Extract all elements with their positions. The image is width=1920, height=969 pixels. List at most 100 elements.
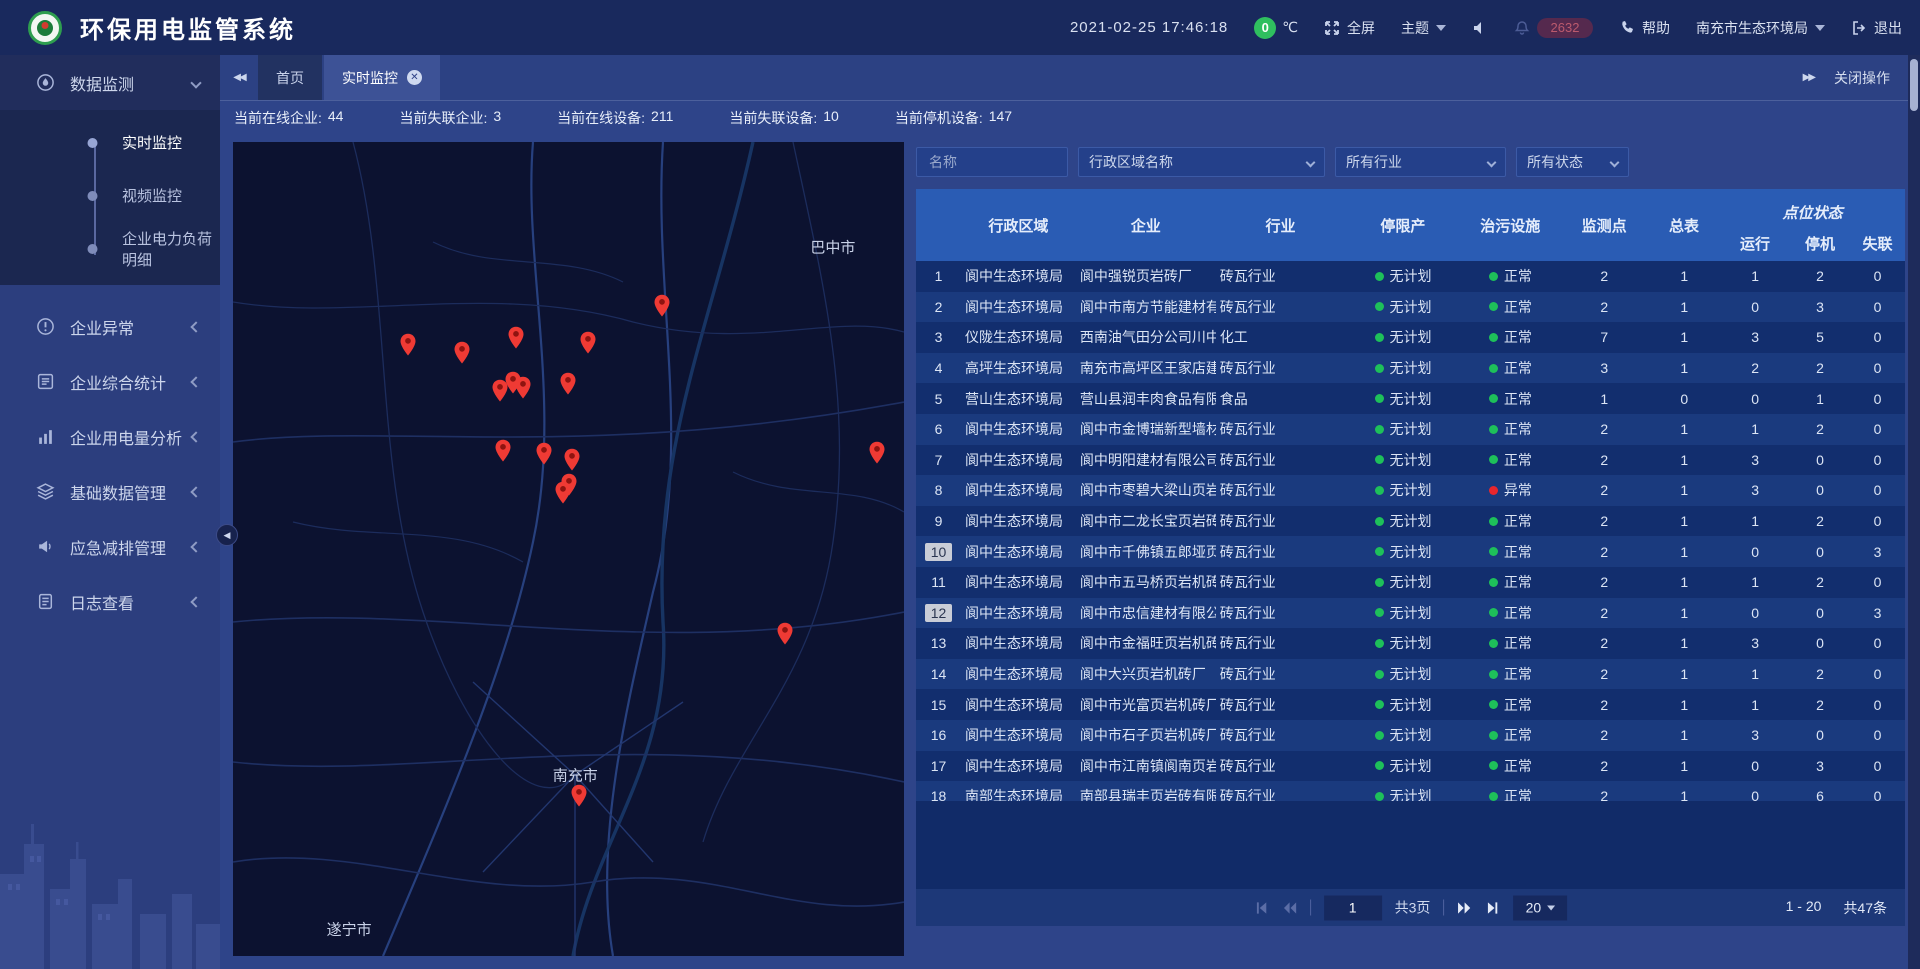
page-number-input[interactable]: 1 bbox=[1324, 895, 1382, 920]
table-row[interactable]: 5 营山生态环境局 营山县润丰肉食品有限 食品 无计划 正常 1 0 0 1 0 bbox=[916, 383, 1905, 414]
row-run-count: 1 bbox=[1720, 697, 1790, 713]
row-region: 阆中生态环境局 bbox=[961, 297, 1076, 317]
row-meter: 1 bbox=[1648, 727, 1720, 743]
total-records-label: 共47条 bbox=[1843, 898, 1887, 918]
row-stop-count: 0 bbox=[1790, 635, 1850, 651]
row-company[interactable]: 南充市高坪区王家店建 bbox=[1076, 358, 1216, 378]
close-operations-button[interactable]: 关闭操作 bbox=[1834, 68, 1890, 88]
tabs-scroll-right-button[interactable]: ▶▶ bbox=[1803, 72, 1814, 83]
row-company[interactable]: 阆中市二龙长宝页岩砖 bbox=[1076, 511, 1216, 531]
sidebar-item-electricity-analysis[interactable]: 企业用电量分析 bbox=[0, 409, 220, 464]
filter-bar: 行政区域名称 所有行业 所有状态 bbox=[916, 147, 1905, 177]
row-lost-count: 0 bbox=[1850, 421, 1905, 437]
row-index: 5 bbox=[929, 390, 949, 408]
row-meter: 1 bbox=[1648, 299, 1720, 315]
first-page-button[interactable] bbox=[1254, 900, 1269, 915]
row-company[interactable]: 阆中市江南镇阆南页岩 bbox=[1076, 756, 1216, 776]
panel-collapse-button[interactable]: ◀ bbox=[216, 524, 238, 546]
status-filter-select[interactable]: 所有状态 bbox=[1516, 147, 1629, 177]
sidebar-item-basic-data-management[interactable]: 基础数据管理 bbox=[0, 464, 220, 519]
sidebar-item-power-load-detail[interactable]: 企业电力负荷明细 bbox=[0, 222, 220, 275]
table-row[interactable]: 1 阆中生态环境局 阆中强锐页岩砖厂 砖瓦行业 无计划 正常 2 1 1 2 0 bbox=[916, 261, 1905, 292]
row-company[interactable]: 阆中市金福旺页岩机砖 bbox=[1076, 633, 1216, 653]
table-row[interactable]: 14 阆中生态环境局 阆中大兴页岩机砖厂 砖瓦行业 无计划 正常 2 1 1 2… bbox=[916, 659, 1905, 690]
chevron-down-icon bbox=[1436, 25, 1446, 31]
tab-realtime-monitoring[interactable]: 实时监控 ✕ bbox=[324, 55, 440, 100]
datetime-label: 2021-02-25 17:46:18 bbox=[1070, 19, 1228, 36]
table-row[interactable]: 18 南部生态环境局 南部县瑞丰页岩砖有限 砖瓦行业 无计划 正常 2 1 0 … bbox=[916, 781, 1905, 801]
sidebar-item-enterprise-statistics[interactable]: 企业综合统计 bbox=[0, 354, 220, 409]
row-region: 阆中生态环境局 bbox=[961, 450, 1076, 470]
map-city-labels: 巴中市南充市遂宁市 bbox=[233, 142, 904, 956]
close-tab-icon[interactable]: ✕ bbox=[407, 70, 422, 85]
industry-filter-select[interactable]: 所有行业 bbox=[1335, 147, 1506, 177]
theme-dropdown[interactable]: 主题 bbox=[1401, 18, 1446, 38]
page-scrollbar[interactable] bbox=[1908, 55, 1920, 969]
notification-area[interactable]: 2632 bbox=[1514, 18, 1593, 38]
table-row[interactable]: 3 仪陇生态环境局 西南油气田分公司川中 化工 无计划 正常 7 1 3 5 0 bbox=[916, 322, 1905, 353]
next-page-button[interactable] bbox=[1457, 900, 1472, 915]
status-dot-icon bbox=[1375, 364, 1384, 373]
main-area: ◀◀ 首页 实时监控 ✕ ▶▶ 关闭操作 当前在线企业:44 当前失联企业:3 … bbox=[220, 55, 1908, 969]
row-company[interactable]: 营山县润丰肉食品有限 bbox=[1076, 389, 1216, 409]
row-company[interactable]: 阆中市石子页岩机砖厂 bbox=[1076, 725, 1216, 745]
table-row[interactable]: 2 阆中生态环境局 阆中市南方节能建材有 砖瓦行业 无计划 正常 2 1 0 3… bbox=[916, 292, 1905, 323]
row-company[interactable]: 阆中市千佛镇五郎垭页岩 bbox=[1076, 542, 1216, 562]
status-dot-icon bbox=[1375, 333, 1384, 342]
row-limit-status: 无计划 bbox=[1346, 511, 1461, 531]
table-row[interactable]: 16 阆中生态环境局 阆中市石子页岩机砖厂 砖瓦行业 无计划 正常 2 1 3 … bbox=[916, 720, 1905, 751]
row-company[interactable]: 阆中强锐页岩砖厂 bbox=[1076, 266, 1216, 286]
sidebar-item-emergency-reduction[interactable]: 应急减排管理 bbox=[0, 519, 220, 574]
fullscreen-button[interactable]: 全屏 bbox=[1324, 18, 1375, 38]
row-company[interactable]: 阆中市枣碧大梁山页岩 bbox=[1076, 480, 1216, 500]
sidebar-item-data-monitoring[interactable]: 数据监测 bbox=[0, 55, 220, 110]
sidebar-item-enterprise-abnormal[interactable]: 企业异常 bbox=[0, 299, 220, 354]
tabs-scroll-left-button[interactable]: ◀◀ bbox=[220, 55, 258, 100]
row-company[interactable]: 西南油气田分公司川中 bbox=[1076, 327, 1216, 347]
table-row[interactable]: 6 阆中生态环境局 阆中市金博瑞新型墙材 砖瓦行业 无计划 正常 2 1 1 2… bbox=[916, 414, 1905, 445]
table-row[interactable]: 15 阆中生态环境局 阆中市光富页岩机砖厂 砖瓦行业 无计划 正常 2 1 1 … bbox=[916, 689, 1905, 720]
table-row[interactable]: 8 阆中生态环境局 阆中市枣碧大梁山页岩 砖瓦行业 无计划 异常 2 1 3 0… bbox=[916, 475, 1905, 506]
row-lost-count: 0 bbox=[1850, 360, 1905, 376]
table-row[interactable]: 4 高坪生态环境局 南充市高坪区王家店建 砖瓦行业 无计划 正常 3 1 2 2… bbox=[916, 353, 1905, 384]
row-points: 2 bbox=[1560, 788, 1648, 801]
table-body: 1 阆中生态环境局 阆中强锐页岩砖厂 砖瓦行业 无计划 正常 2 1 1 2 0… bbox=[916, 261, 1905, 889]
table-row[interactable]: 9 阆中生态环境局 阆中市二龙长宝页岩砖 砖瓦行业 无计划 正常 2 1 1 2… bbox=[916, 506, 1905, 537]
page-size-select[interactable]: 20 bbox=[1513, 895, 1567, 920]
name-filter-field[interactable] bbox=[916, 147, 1068, 177]
table-row[interactable]: 10 阆中生态环境局 阆中市千佛镇五郎垭页岩 砖瓦行业 无计划 正常 2 1 0… bbox=[916, 536, 1905, 567]
previous-page-button[interactable] bbox=[1282, 900, 1297, 915]
scrollbar-thumb[interactable] bbox=[1910, 59, 1918, 111]
row-company[interactable]: 阆中市光富页岩机砖厂 bbox=[1076, 695, 1216, 715]
map-panel[interactable]: 巴中市南充市遂宁市 bbox=[233, 142, 904, 956]
user-dropdown[interactable]: 南充市生态环境局 bbox=[1696, 18, 1825, 38]
row-region: 阆中生态环境局 bbox=[961, 511, 1076, 531]
tab-home[interactable]: 首页 bbox=[258, 55, 322, 100]
help-button[interactable]: 帮助 bbox=[1619, 18, 1670, 38]
row-company[interactable]: 南部县瑞丰页岩砖有限 bbox=[1076, 786, 1216, 801]
name-filter-input[interactable] bbox=[927, 153, 1057, 171]
table-row[interactable]: 13 阆中生态环境局 阆中市金福旺页岩机砖 砖瓦行业 无计划 正常 2 1 3 … bbox=[916, 628, 1905, 659]
row-company[interactable]: 阆中明阳建材有限公司 bbox=[1076, 450, 1216, 470]
status-dot-icon bbox=[1375, 486, 1384, 495]
table-row[interactable]: 12 阆中生态环境局 阆中市忠信建材有限公 砖瓦行业 无计划 正常 2 1 0 … bbox=[916, 598, 1905, 629]
row-company[interactable]: 阆中市金博瑞新型墙材 bbox=[1076, 419, 1216, 439]
table-row[interactable]: 7 阆中生态环境局 阆中明阳建材有限公司 砖瓦行业 无计划 正常 2 1 3 0… bbox=[916, 445, 1905, 476]
region-filter-select[interactable]: 行政区域名称 bbox=[1078, 147, 1325, 177]
row-company[interactable]: 阆中大兴页岩机砖厂 bbox=[1076, 664, 1216, 684]
speaker-icon[interactable] bbox=[1472, 20, 1488, 36]
table-row[interactable]: 17 阆中生态环境局 阆中市江南镇阆南页岩 砖瓦行业 无计划 正常 2 1 0 … bbox=[916, 751, 1905, 782]
sidebar-item-realtime-monitoring[interactable]: 实时监控 bbox=[0, 116, 220, 169]
row-company[interactable]: 阆中市五马桥页岩机砖 bbox=[1076, 572, 1216, 592]
sidebar-item-video-monitoring[interactable]: 视频监控 bbox=[0, 169, 220, 222]
row-company[interactable]: 阆中市忠信建材有限公 bbox=[1076, 603, 1216, 623]
row-lost-count: 3 bbox=[1850, 605, 1905, 621]
logout-button[interactable]: 退出 bbox=[1851, 18, 1902, 38]
row-facility-status: 正常 bbox=[1460, 633, 1560, 653]
row-company[interactable]: 阆中市南方节能建材有 bbox=[1076, 297, 1216, 317]
table-row[interactable]: 11 阆中生态环境局 阆中市五马桥页岩机砖 砖瓦行业 无计划 正常 2 1 1 … bbox=[916, 567, 1905, 598]
chevron-down-icon bbox=[1815, 25, 1825, 31]
sidebar-item-log-view[interactable]: 日志查看 bbox=[0, 574, 220, 629]
row-run-count: 1 bbox=[1720, 666, 1790, 682]
last-page-button[interactable] bbox=[1485, 900, 1500, 915]
